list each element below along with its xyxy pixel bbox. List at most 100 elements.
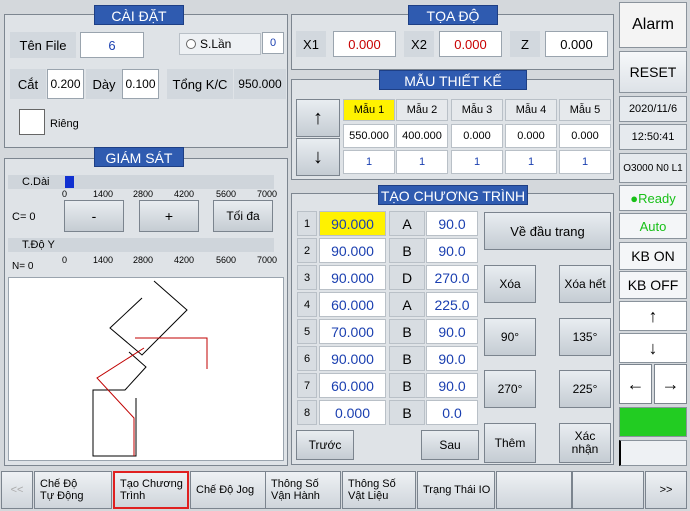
pattern-header[interactable]: Mẫu 3 <box>451 99 503 121</box>
left-arrow-button[interactable]: ← <box>619 364 652 404</box>
pattern-header[interactable]: Mẫu 5 <box>559 99 611 121</box>
file-value[interactable]: 6 <box>80 32 144 58</box>
program-row-length[interactable]: 90.000 <box>319 346 386 371</box>
tab-empty <box>572 471 644 509</box>
design-shape-path <box>92 351 147 457</box>
pattern-header[interactable]: Mẫu 1 <box>343 99 395 121</box>
pattern-count[interactable]: 1 <box>451 150 503 174</box>
pattern-header[interactable]: Mẫu 4 <box>505 99 557 121</box>
pattern-length[interactable]: 550.000 <box>343 124 395 148</box>
thick-value[interactable]: 0.100 <box>122 69 159 99</box>
alarm-button[interactable]: Alarm <box>619 2 687 48</box>
kb-on-button[interactable]: KB ON <box>619 242 687 270</box>
program-row-length[interactable]: 90.000 <box>319 238 386 263</box>
tab-material-params[interactable]: Thông Số Vật Liệu <box>342 471 416 509</box>
tab-create-program[interactable]: Tạo Chương Trình <box>113 471 189 509</box>
kb-off-button[interactable]: KB OFF <box>619 271 687 299</box>
down-arrow-button[interactable]: ↓ <box>619 333 687 363</box>
angle-270-button[interactable]: 270° <box>484 370 536 408</box>
pattern-title: MẪU THIẾT KẾ <box>379 70 527 90</box>
side-blank <box>619 440 687 466</box>
x2-value: 0.000 <box>439 31 502 57</box>
pattern-count[interactable]: 1 <box>505 150 557 174</box>
x1-label: X1 <box>296 31 326 57</box>
angle-135-button[interactable]: 135° <box>559 318 611 356</box>
coords-title: TỌA ĐỘ <box>408 5 498 25</box>
program-row-direction: B <box>389 238 425 263</box>
program-row-angle[interactable]: 90.0 <box>426 238 478 263</box>
design-shape-path <box>109 280 188 356</box>
pattern-down-button[interactable]: ↓ <box>296 138 340 176</box>
program-row-angle[interactable]: 270.0 <box>426 265 478 290</box>
tab-auto-mode[interactable]: Chế Độ Tự Động <box>34 471 112 509</box>
total-value: 950.000 <box>234 69 286 99</box>
prev-button[interactable]: Trước <box>296 430 354 460</box>
program-row-length[interactable]: 60.000 <box>319 373 386 398</box>
program-row-angle[interactable]: 90.0 <box>426 319 478 344</box>
slan-label: S.Lần <box>200 37 232 51</box>
up-arrow-button[interactable]: ↑ <box>619 301 687 331</box>
program-row-angle[interactable]: 225.0 <box>426 292 478 317</box>
pattern-count[interactable]: 1 <box>396 150 448 174</box>
status-indicator-green <box>619 407 687 437</box>
pattern-length[interactable]: 0.000 <box>505 124 557 148</box>
pattern-count[interactable]: 1 <box>559 150 611 174</box>
right-arrow-button[interactable]: → <box>654 364 687 404</box>
program-row-direction: B <box>389 400 425 425</box>
pattern-header[interactable]: Mẫu 2 <box>396 99 448 121</box>
first-page-button[interactable]: Về đầu trang <box>484 212 611 250</box>
tdoy-tick: 5600 <box>216 255 237 265</box>
program-row-length[interactable]: 90.000 <box>319 265 386 290</box>
program-row-length[interactable]: 90.000 <box>319 211 386 236</box>
pattern-length[interactable]: 0.000 <box>451 124 503 148</box>
program-title: TẠO CHƯƠNG TRÌNH <box>378 185 528 205</box>
program-row-angle[interactable]: 90.0 <box>426 211 478 236</box>
pattern-up-button[interactable]: ↑ <box>296 99 340 137</box>
auto-status: Auto <box>619 213 687 239</box>
program-row-angle[interactable]: 0.0 <box>426 400 478 425</box>
settings-title: CÀI ĐẶT <box>94 5 184 25</box>
radio-icon <box>186 39 196 49</box>
slan-radio[interactable]: S.Lần <box>179 33 261 55</box>
tab-jog-mode[interactable]: Chế Độ Jog <box>190 471 266 509</box>
confirm-button[interactable]: Xác nhận <box>559 423 611 463</box>
program-row-direction: B <box>389 373 425 398</box>
cut-path <box>96 347 145 456</box>
program-row-angle[interactable]: 90.0 <box>426 373 478 398</box>
program-row-length[interactable]: 60.000 <box>319 292 386 317</box>
cdai-tick: 7000 <box>257 189 278 199</box>
date-display: 2020/11/6 <box>619 96 687 122</box>
tab-empty <box>496 471 572 509</box>
add-button[interactable]: Thêm <box>484 423 536 463</box>
minus-button[interactable]: - <box>64 200 124 232</box>
delete-button[interactable]: Xóa <box>484 265 536 303</box>
tab-io-status[interactable]: Trạng Thái IO <box>417 471 495 509</box>
x1-value: 0.000 <box>333 31 396 57</box>
program-row-direction: A <box>389 292 425 317</box>
angle-225-button[interactable]: 225° <box>559 370 611 408</box>
time-display: 12:50:41 <box>619 124 687 150</box>
tab-prev-button[interactable]: << <box>1 471 33 509</box>
pattern-count[interactable]: 1 <box>343 150 395 174</box>
program-row-angle[interactable]: 90.0 <box>426 346 478 371</box>
slan-value[interactable]: 0 <box>262 32 284 54</box>
cut-value[interactable]: 0.200 <box>47 69 84 99</box>
pattern-length[interactable]: 400.000 <box>396 124 448 148</box>
next-button[interactable]: Sau <box>421 430 479 460</box>
reset-button[interactable]: RESET <box>619 51 687 93</box>
rieng-checkbox[interactable] <box>19 109 45 135</box>
preview-canvas <box>8 277 284 461</box>
file-label: Tên File <box>10 32 76 58</box>
angle-90-button[interactable]: 90° <box>484 318 536 356</box>
program-row-length[interactable]: 0.000 <box>319 400 386 425</box>
program-row-length[interactable]: 70.000 <box>319 319 386 344</box>
tab-next-button[interactable]: >> <box>645 471 687 509</box>
c-label: C= 0 <box>12 211 36 223</box>
plus-button[interactable]: + <box>139 200 199 232</box>
pattern-length[interactable]: 0.000 <box>559 124 611 148</box>
program-row-number: 1 <box>297 211 317 236</box>
max-button[interactable]: Tối đa <box>213 200 273 232</box>
program-row-direction: B <box>389 319 425 344</box>
delete-all-button[interactable]: Xóa hết <box>559 265 611 303</box>
tab-operation-params[interactable]: Thông Số Vận Hành <box>265 471 341 509</box>
